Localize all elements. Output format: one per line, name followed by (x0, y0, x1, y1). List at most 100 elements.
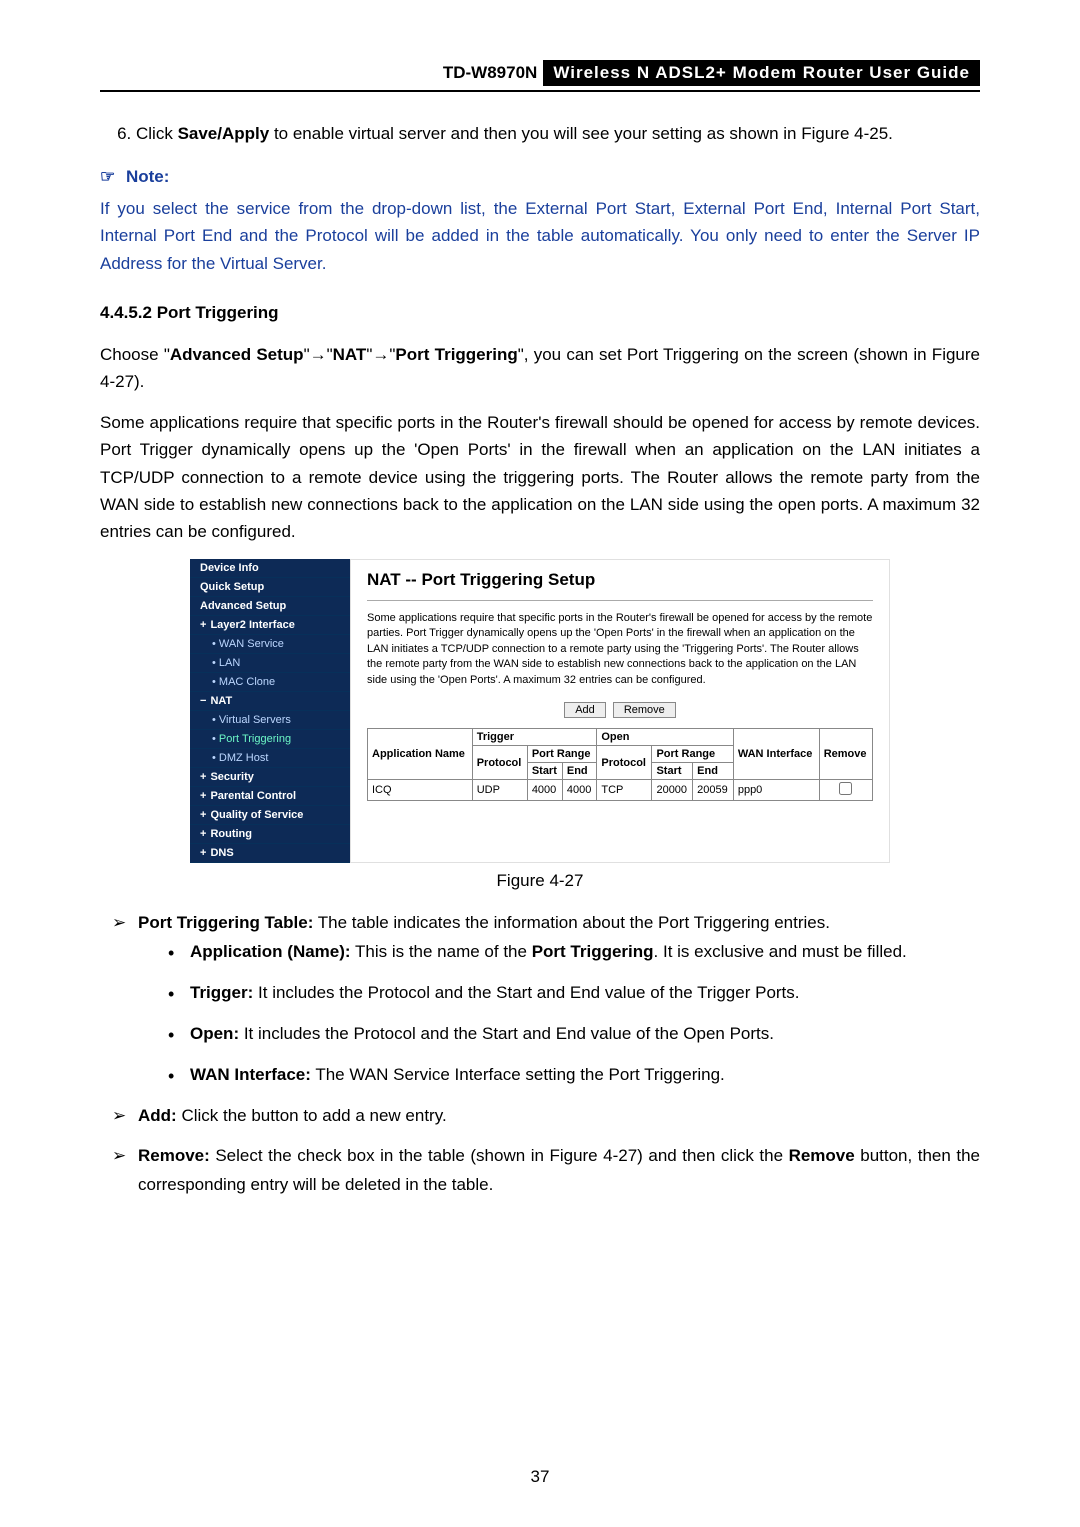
sidebar-layer2[interactable]: Layer2 Interface (190, 616, 350, 635)
th-trig-start: Start (527, 763, 562, 780)
note-body: If you select the service from the drop-… (100, 195, 980, 277)
add-button[interactable]: Add (564, 702, 606, 718)
p1-b2: NAT (333, 345, 367, 364)
lbl-wan: WAN Interface: (190, 1065, 311, 1084)
sub-wan: WAN Interface: The WAN Service Interface… (168, 1061, 980, 1090)
sidebar-virtual-servers[interactable]: Virtual Servers (190, 711, 350, 730)
note-label: Note: (126, 167, 169, 186)
panel-desc: Some applications require that specific … (367, 611, 873, 688)
cell-wan: ppp0 (733, 780, 819, 801)
txt-trigger: It includes the Protocol and the Start a… (253, 983, 799, 1002)
cell-tstart: 4000 (527, 780, 562, 801)
nav-sidebar: Device Info Quick Setup Advanced Setup L… (190, 559, 350, 863)
txt-remove-1: Select the check box in the table (shown… (210, 1146, 789, 1165)
paragraph-desc: Some applications require that specific … (100, 409, 980, 545)
bullet-add: Add: Click the button to add a new entry… (112, 1102, 980, 1131)
button-row: Add Remove (367, 702, 873, 718)
th-app-name: Application Name (368, 729, 473, 780)
step-list: Click Save/Apply to enable virtual serve… (100, 120, 980, 147)
sub-trigger: Trigger: It includes the Protocol and th… (168, 979, 980, 1008)
sidebar-nat[interactable]: NAT (190, 692, 350, 711)
th-trig-protocol: Protocol (472, 746, 527, 780)
th-trig-end: End (562, 763, 596, 780)
th-trigger: Trigger (472, 729, 597, 746)
sidebar-port-triggering[interactable]: Port Triggering (190, 730, 350, 749)
p1-t1: Choose " (100, 345, 170, 364)
cell-oend: 20059 (693, 780, 734, 801)
page-header: TD-W8970N Wireless N ADSL2+ Modem Router… (100, 60, 980, 86)
lbl-trigger: Trigger: (190, 983, 253, 1002)
main-panel: NAT -- Port Triggering Setup Some applic… (350, 559, 890, 863)
p1-b3: Port Triggering (395, 345, 517, 364)
th-open-portrange: Port Range (652, 746, 733, 763)
sidebar-dns[interactable]: DNS (190, 844, 350, 863)
bullet-pt-table: Port Triggering Table: The table indicat… (112, 909, 980, 1089)
model-number: TD-W8970N (443, 63, 537, 83)
step6-prefix: Click (136, 124, 178, 143)
txt-open: It includes the Protocol and the Start a… (239, 1024, 774, 1043)
txt-add: Click the button to add a new entry. (177, 1106, 447, 1125)
sub-bullets: Application (Name): This is the name of … (138, 938, 980, 1090)
lbl-pt-table: Port Triggering Table: (138, 913, 313, 932)
lbl-open: Open: (190, 1024, 239, 1043)
txt-wan: The WAN Service Interface setting the Po… (311, 1065, 725, 1084)
sidebar-qos[interactable]: Quality of Service (190, 806, 350, 825)
router-ui-screenshot: Device Info Quick Setup Advanced Setup L… (190, 559, 890, 863)
sidebar-mac-clone[interactable]: MAC Clone (190, 673, 350, 692)
cell-app: ICQ (368, 780, 473, 801)
cell-tend: 4000 (562, 780, 596, 801)
cell-ostart: 20000 (652, 780, 693, 801)
paragraph-choose: Choose "Advanced Setup"→"NAT"→"Port Trig… (100, 341, 980, 395)
figure-caption: Figure 4-27 (100, 871, 980, 891)
sub-open: Open: It includes the Protocol and the S… (168, 1020, 980, 1049)
txt-appname-1: This is the name of the (351, 942, 532, 961)
cell-tprot: UDP (472, 780, 527, 801)
section-heading: 4.4.5.2 Port Triggering (100, 303, 980, 323)
th-open: Open (597, 729, 733, 746)
sidebar-lan[interactable]: LAN (190, 654, 350, 673)
row-remove-checkbox[interactable] (839, 782, 852, 795)
lbl-remove: Remove: (138, 1146, 210, 1165)
step6-suffix: to enable virtual server and then you wi… (269, 124, 893, 143)
p1-b1: Advanced Setup (170, 345, 304, 364)
sidebar-device-info[interactable]: Device Info (190, 559, 350, 578)
txt-appname-b: Port Triggering (532, 942, 654, 961)
sidebar-advanced-setup[interactable]: Advanced Setup (190, 597, 350, 616)
cell-oprot: TCP (597, 780, 652, 801)
table-row: ICQ UDP 4000 4000 TCP 20000 20059 ppp0 (368, 780, 873, 801)
panel-title: NAT -- Port Triggering Setup (367, 570, 873, 590)
sidebar-quick-setup[interactable]: Quick Setup (190, 578, 350, 597)
port-triggering-table: Application Name Trigger Open WAN Interf… (367, 728, 873, 801)
th-remove: Remove (819, 729, 872, 780)
txt-remove-b: Remove (789, 1146, 855, 1165)
sidebar-parental[interactable]: Parental Control (190, 787, 350, 806)
sub-app-name: Application (Name): This is the name of … (168, 938, 980, 967)
cell-remove-checkbox (819, 780, 872, 801)
panel-divider (367, 600, 873, 601)
th-open-start: Start (652, 763, 693, 780)
header-divider (100, 90, 980, 92)
page-number: 37 (0, 1467, 1080, 1487)
lbl-appname: Application (Name): (190, 942, 351, 961)
sidebar-routing[interactable]: Routing (190, 825, 350, 844)
th-trig-portrange: Port Range (527, 746, 597, 763)
sidebar-security[interactable]: Security (190, 768, 350, 787)
p1-t2: "→" (304, 345, 333, 364)
note-heading: ☞ Note: (100, 167, 980, 187)
step6-action: Save/Apply (178, 124, 270, 143)
th-open-protocol: Protocol (597, 746, 652, 780)
bullet-remove: Remove: Select the check box in the tabl… (112, 1142, 980, 1200)
doc-title: Wireless N ADSL2+ Modem Router User Guid… (543, 60, 980, 86)
step-6: Click Save/Apply to enable virtual serve… (136, 120, 980, 147)
remove-button[interactable]: Remove (613, 702, 676, 718)
th-wan: WAN Interface (733, 729, 819, 780)
txt-appname-2: . It is exclusive and must be filled. (654, 942, 907, 961)
sidebar-dmz-host[interactable]: DMZ Host (190, 749, 350, 768)
p1-t3: "→" (366, 345, 395, 364)
sidebar-wan-service[interactable]: WAN Service (190, 635, 350, 654)
txt-pt-table: The table indicates the information abou… (313, 913, 830, 932)
lbl-add: Add: (138, 1106, 177, 1125)
bullet-list: Port Triggering Table: The table indicat… (100, 909, 980, 1200)
th-open-end: End (693, 763, 734, 780)
sidebar-list: Device Info Quick Setup Advanced Setup L… (190, 559, 350, 863)
